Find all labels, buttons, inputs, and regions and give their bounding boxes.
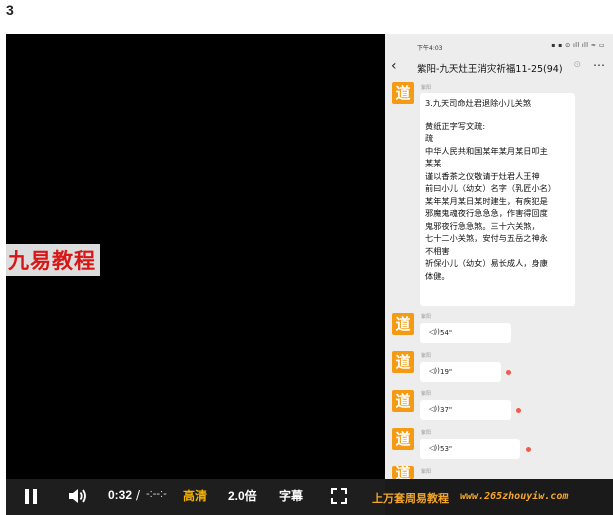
message-line: 疏 — [425, 133, 434, 143]
voice-message[interactable]: ◁)) 37" — [420, 400, 511, 420]
avatar: 道 — [392, 82, 414, 104]
message-line: 鬼邪夜行急急煞。三十六关煞， — [425, 220, 540, 231]
avatar: 道 — [392, 428, 414, 450]
status-bar: 下午4:03 ▪ ▪ ⊙ ıll ıll ≈ ▭ — [385, 34, 613, 54]
voice-wave-icon: ◁)) — [429, 328, 440, 336]
message-line: 中华人民共和国某年某月某日叩主 — [425, 145, 548, 156]
message-line: 某年某月某日某时建生，有疾犯是 — [425, 195, 548, 206]
text-message-bubble: 3.九天司命灶君退除小儿关煞 黄纸正字写文疏: 疏 中华人民共和国某年某月某日叩… — [420, 93, 575, 306]
voice-message[interactable]: ◁)) 53" — [420, 439, 520, 459]
sender-name: 紫阳 — [421, 430, 432, 436]
voice-duration: 19" — [440, 368, 453, 376]
subtitle-button[interactable]: 字幕 — [279, 487, 303, 504]
status-time: 下午4:03 — [417, 45, 443, 52]
voice-duration: 54" — [440, 329, 453, 337]
quality-button[interactable]: 高清 — [183, 487, 207, 504]
avatar: 道 — [392, 390, 414, 412]
fullscreen-icon[interactable] — [331, 488, 347, 508]
avatar: 道 — [392, 313, 414, 335]
watermark-text: 上万套周易教程 — [372, 492, 449, 505]
message-line: 3.九天司命灶君退除小儿关煞 — [425, 98, 532, 108]
message-line: 不相害 — [425, 245, 450, 256]
status-icons: ▪ ▪ ⊙ ıll ıll ≈ ▭ — [551, 42, 605, 49]
message-line: 前曰小儿（幼女）名字（乳匠小名） — [425, 183, 557, 193]
chat-title: 紫阳-九天灶王消灾祈福11-25(94) — [417, 64, 563, 75]
back-arrow-icon[interactable]: ‹ — [391, 58, 397, 74]
message-line: 谨以香茶之仪敬请于灶君人王神 — [425, 170, 540, 181]
message-line: 黄纸正字写文疏: — [425, 120, 486, 131]
chat-header: ‹ 紫阳-九天灶王消灾祈福11-25(94) ⊙ ⋯ — [385, 56, 613, 80]
message-line: 某某 — [425, 158, 442, 168]
sender-name: 紫阳 — [421, 353, 432, 359]
sender-name: 紫阳 — [421, 391, 432, 397]
player-control-bar: 0:32 / -:--:- 高清 2.0倍 字幕 — [6, 479, 385, 515]
current-time: 0:32 — [108, 488, 133, 502]
watermark-logo: 九易教程 — [6, 244, 100, 276]
avatar: 道 — [392, 466, 414, 479]
voice-wave-icon: ◁)) — [429, 444, 440, 452]
time-separator: / — [136, 488, 141, 502]
volume-icon[interactable] — [68, 487, 88, 509]
total-time: -:--:- — [146, 488, 167, 500]
watermark-banner: 上万套周易教程 www.265zhouyiw.com — [372, 479, 613, 515]
sender-name: 紫阳 — [421, 85, 432, 91]
voice-duration: 53" — [440, 445, 453, 453]
sender-name: 紫阳 — [421, 469, 432, 475]
unread-dot — [526, 447, 531, 452]
voice-wave-icon: ◁)) — [429, 405, 440, 413]
voice-message[interactable]: ◁)) 19" — [420, 362, 501, 382]
voice-wave-icon: ◁)) — [429, 367, 440, 375]
speed-button[interactable]: 2.0倍 — [228, 487, 257, 504]
message-line: 祈保小儿（幼女）易长成人，身康 — [425, 258, 548, 268]
more-icon[interactable]: ⋯ — [593, 58, 605, 72]
voice-message[interactable]: ◁)) 54" — [420, 323, 511, 343]
message-gap — [425, 110, 570, 120]
pause-icon[interactable] — [24, 489, 38, 504]
message-line: 七十二小关煞，安付与五岳之神永 — [425, 233, 548, 243]
message-line: 邪魔鬼魂夜行急急急，作害得回度 — [425, 208, 548, 218]
unread-dot — [506, 370, 511, 375]
header-icon: ⊙ — [573, 60, 581, 70]
avatar: 道 — [392, 351, 414, 373]
message-line: 体健。 — [425, 270, 450, 281]
page-number: 3 — [6, 2, 14, 18]
voice-duration: 37" — [440, 406, 453, 414]
watermark-url: www.265zhouyiw.com — [460, 491, 569, 502]
sender-name: 紫阳 — [421, 314, 432, 320]
unread-dot — [516, 408, 521, 413]
